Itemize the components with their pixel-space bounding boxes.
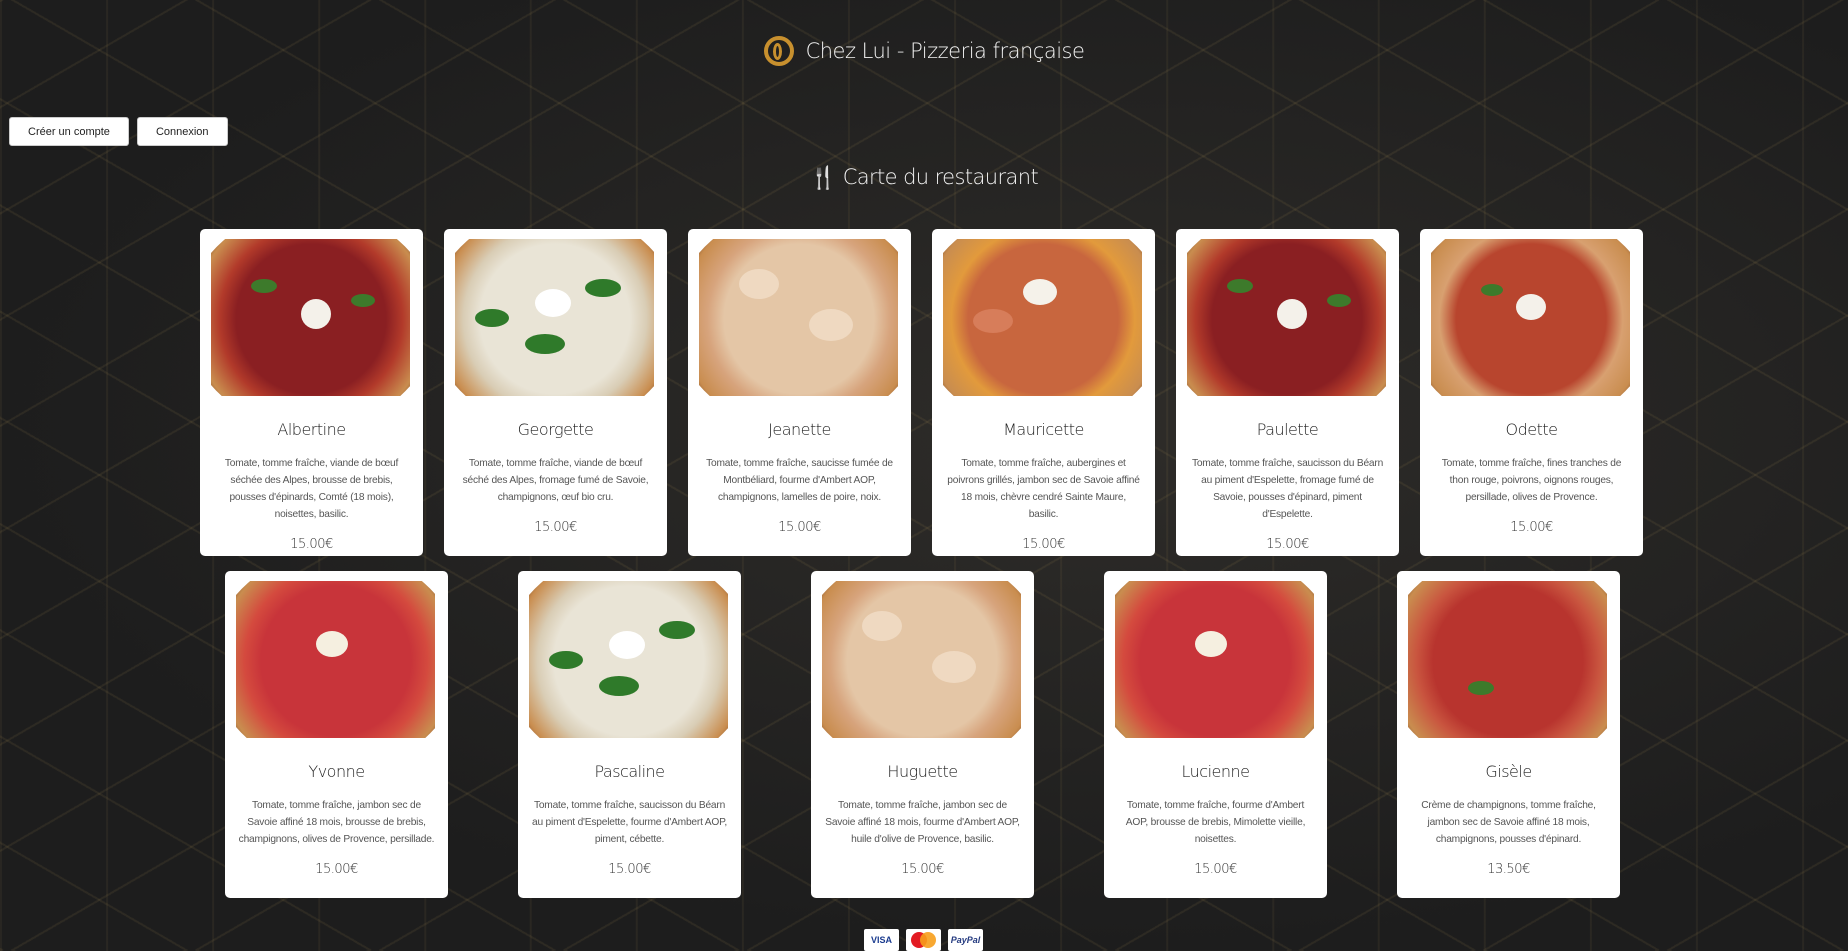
pizza-image — [455, 239, 654, 396]
pizza-image — [1408, 581, 1607, 738]
pizza-card[interactable]: Mauricette Tomate, tomme fraîche, auberg… — [932, 229, 1155, 556]
pizza-description: Tomate, tomme fraîche, jambon sec de Sav… — [825, 800, 1020, 845]
menu-title: 🍴 Carte du restaurant — [0, 165, 1848, 191]
pizza-image — [699, 239, 898, 396]
pizza-row-2: Yvonne Tomate, tomme fraîche, jambon sec… — [225, 571, 1620, 898]
login-button[interactable]: Connexion — [136, 117, 228, 146]
pizza-name: Pascaline — [594, 762, 665, 781]
pizza-image — [529, 581, 728, 738]
pizza-name: Georgette — [517, 420, 594, 439]
pizza-price: 13.50€ — [1487, 862, 1530, 877]
pizza-price: 15.00€ — [1022, 537, 1065, 552]
pizza-image — [236, 581, 435, 738]
pizza-price: 15.00€ — [901, 862, 944, 877]
pizza-price: 15.00€ — [778, 520, 821, 535]
pizza-image — [943, 239, 1142, 396]
pizza-name: Albertine — [277, 420, 346, 439]
pizza-card[interactable]: Albertine Tomate, tomme fraîche, viande … — [200, 229, 423, 556]
pizza-description: Tomate, tomme fraîche, fines tranches de… — [1441, 458, 1622, 503]
pizza-card[interactable]: Pascaline Tomate, tomme fraîche, sauciss… — [518, 571, 741, 898]
pizza-description: Tomate, tomme fraîche, viande de bœuf sé… — [224, 458, 399, 520]
pizza-description: Tomate, tomme fraîche, aubergines et poi… — [947, 458, 1140, 520]
register-button[interactable]: Créer un compte — [9, 117, 129, 146]
pizza-description: Tomate, tomme fraîche, saucisson du Béar… — [1191, 458, 1384, 520]
pizza-name: Jeanette — [768, 420, 831, 439]
pizza-price: 15.00€ — [608, 862, 651, 877]
pizza-image — [211, 239, 410, 396]
pizza-name: Odette — [1505, 420, 1558, 439]
pizza-description: Tomate, tomme fraîche, jambon sec de Sav… — [238, 800, 435, 845]
fork-knife-icon: 🍴 — [809, 166, 837, 191]
site-title: Chez Lui - Pizzeria française — [805, 39, 1085, 63]
pizza-card[interactable]: Georgette Tomate, tomme fraîche, viande … — [444, 229, 667, 556]
pizza-description: Tomate, tomme fraîche, saucisson du Béar… — [532, 800, 727, 845]
visa-icon: VISA — [864, 929, 899, 951]
pizza-description: Tomate, tomme fraîche, saucisse fumée de… — [706, 458, 893, 503]
pizza-card[interactable]: Odette Tomate, tomme fraîche, fines tran… — [1420, 229, 1643, 556]
pizza-card[interactable]: Huguette Tomate, tomme fraîche, jambon s… — [811, 571, 1034, 898]
pizza-description: Tomate, tomme fraîche, fourme d'Ambert A… — [1125, 800, 1306, 845]
pizza-price: 15.00€ — [315, 862, 358, 877]
pizza-name: Mauricette — [1003, 420, 1084, 439]
pizza-description: Tomate, tomme fraîche, viande de bœuf sé… — [462, 458, 649, 503]
pizza-image — [1187, 239, 1386, 396]
pizza-name: Gisèle — [1485, 762, 1532, 781]
menu-title-text: Carte du restaurant — [842, 165, 1039, 189]
pizza-price: 15.00€ — [1194, 862, 1237, 877]
mastercard-icon — [906, 929, 941, 951]
pizza-name: Huguette — [887, 762, 958, 781]
brand[interactable]: Chez Lui - Pizzeria française — [763, 36, 1085, 66]
pizza-image — [822, 581, 1021, 738]
pizza-name: Lucienne — [1181, 762, 1250, 781]
pizza-price: 15.00€ — [1266, 537, 1309, 552]
pizza-card[interactable]: Lucienne Tomate, tomme fraîche, fourme d… — [1104, 571, 1327, 898]
site-header: Chez Lui - Pizzeria française — [0, 36, 1848, 71]
pizza-image — [1431, 239, 1630, 396]
paypal-icon: PayPal — [948, 929, 983, 951]
pizza-name: Paulette — [1256, 420, 1319, 439]
pizza-card[interactable]: Jeanette Tomate, tomme fraîche, saucisse… — [688, 229, 911, 556]
brand-logo-icon — [763, 36, 794, 66]
pizza-price: 15.00€ — [290, 537, 333, 552]
pizza-card[interactable]: Yvonne Tomate, tomme fraîche, jambon sec… — [225, 571, 448, 898]
auth-buttons: Créer un compte Connexion — [9, 117, 228, 146]
pizza-price: 15.00€ — [534, 520, 577, 535]
pizza-card[interactable]: Gisèle Crème de champignons, tomme fraîc… — [1397, 571, 1620, 898]
pizza-price: 15.00€ — [1510, 520, 1553, 535]
pizza-row-1: Albertine Tomate, tomme fraîche, viande … — [200, 229, 1643, 556]
pizza-name: Yvonne — [308, 762, 365, 781]
pizza-image — [1115, 581, 1314, 738]
pizza-description: Crème de champignons, tomme fraîche, jam… — [1421, 800, 1596, 845]
pizza-card[interactable]: Paulette Tomate, tomme fraîche, saucisso… — [1176, 229, 1399, 556]
payment-methods: VISA PayPal — [864, 929, 983, 951]
